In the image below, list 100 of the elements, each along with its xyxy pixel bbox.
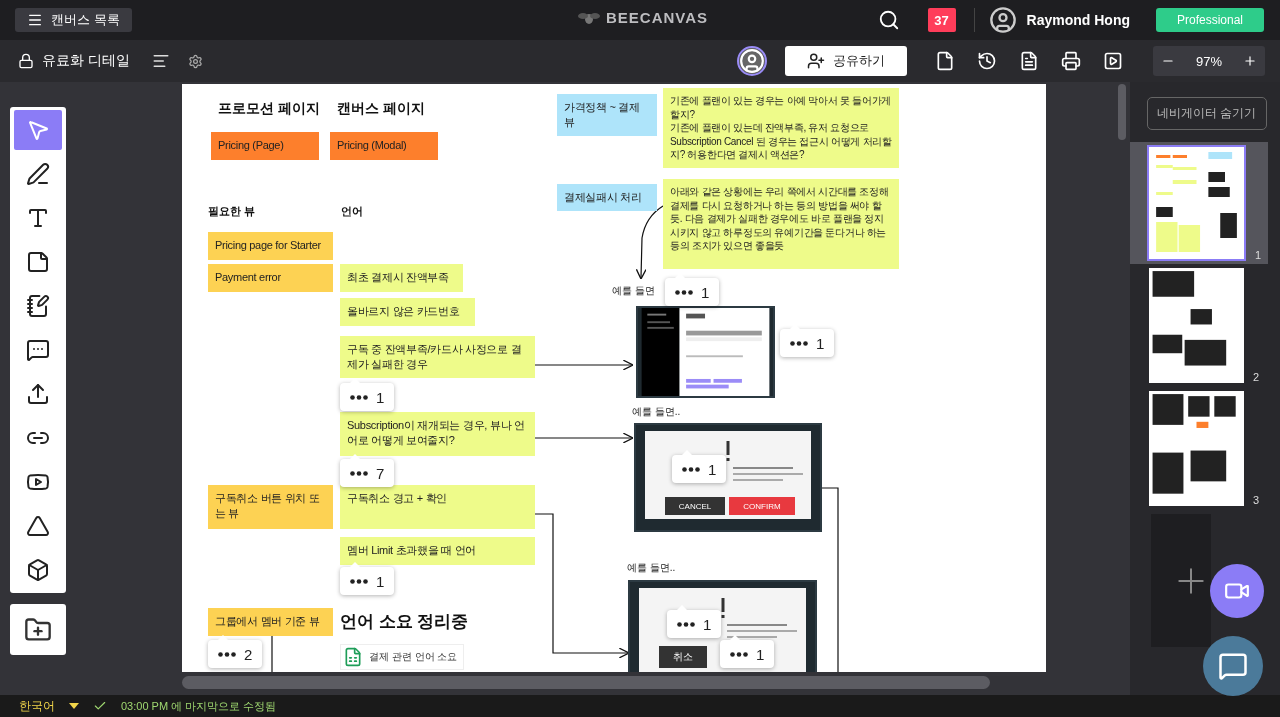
- sticky-note[interactable]: 결제실패시 처리: [557, 184, 657, 211]
- section-title: 언어 소요 정리중: [340, 611, 469, 633]
- more-icon: [682, 466, 700, 472]
- video-call-button[interactable]: [1210, 564, 1264, 618]
- zoom-in-button[interactable]: [1243, 54, 1257, 68]
- chat-icon: [1218, 651, 1248, 681]
- comment-count: 2: [244, 645, 253, 663]
- file-icon: [1019, 51, 1039, 71]
- more-icon: [677, 621, 695, 627]
- sticky-note[interactable]: 멤버 Limit 초과했을 때 언어: [340, 537, 535, 565]
- comment-count: 1: [816, 334, 825, 352]
- sticky-note[interactable]: 구독취소 버튼 위치 또는 뷰: [208, 485, 333, 529]
- scrollbar-thumb[interactable]: [1118, 84, 1126, 140]
- save-status: 03:00 PM 에 마지막으로 수정됨: [121, 698, 277, 714]
- avatar-icon[interactable]: [988, 6, 1017, 34]
- present-button[interactable]: [1103, 51, 1123, 71]
- sticky-note[interactable]: 아래와 같은 상황에는 우리 쪽에서 시간대를 조정해 결제를 다시 요청하거나 하는 등의 방법을 써야 할듯. 다음 결제가 실패한 경우에도 바로 플랜을 정지시키지 않고 하루정도의 유예기간을 둔다거나 하는 등의 조치가 있으면 좋을듯: [663, 179, 899, 269]
- more-icon: [350, 578, 368, 584]
- page-thumbnail[interactable]: [1147, 145, 1246, 261]
- sticky-note[interactable]: 가격정책 ~ 결제 뷰: [557, 94, 657, 136]
- list-button[interactable]: [151, 52, 170, 70]
- scrollbar-thumb[interactable]: [182, 676, 990, 689]
- upload-icon: [26, 382, 50, 406]
- search-button[interactable]: [877, 9, 900, 31]
- document-button[interactable]: [935, 51, 955, 71]
- comment-count: 1: [703, 615, 712, 633]
- sticky-note[interactable]: Subscription이 재개되는 경우, 뷰나 언어로 어떻게 보여줄지?: [340, 412, 535, 456]
- print-button[interactable]: [1061, 51, 1081, 71]
- document-icon: [935, 51, 955, 71]
- comment-count: 1: [756, 645, 765, 663]
- example-label: 예를 들면..: [632, 405, 681, 419]
- settings-icon: [187, 53, 203, 69]
- bee-logo-icon: [578, 10, 600, 25]
- exclamation-icon: [720, 598, 725, 619]
- pdf-button[interactable]: [1019, 51, 1039, 71]
- file-item[interactable]: 결제 관련 언어 소요: [340, 644, 465, 670]
- comment-count: 1: [376, 572, 385, 590]
- column-label: 필요한 뷰: [208, 204, 256, 219]
- chat-button[interactable]: [1203, 636, 1263, 696]
- comment-count: 1: [701, 283, 710, 301]
- more-icon: [350, 394, 368, 400]
- connector-line: [271, 635, 273, 672]
- sticky-note[interactable]: 최초 결제시 잔액부족: [340, 264, 463, 292]
- comment-count: 1: [708, 460, 717, 478]
- pointer-icon: [26, 118, 50, 142]
- more-icon: [790, 340, 808, 346]
- column-label: 언어: [341, 204, 363, 219]
- sticky-note[interactable]: 그룹에서 멤버 기준 뷰: [208, 608, 333, 636]
- triangle-icon: [26, 514, 50, 538]
- comment-count: 1: [376, 388, 385, 406]
- language-selector[interactable]: 한국어: [19, 697, 55, 715]
- sticky-note[interactable]: 구독 중 잔액부족/카드사 사정으로 결제가 실패한 경우: [340, 336, 535, 378]
- check-icon: [93, 699, 107, 713]
- menu-icon: [27, 12, 43, 28]
- page-number: 1: [1255, 249, 1262, 261]
- exclamation-icon: [726, 441, 730, 462]
- lock-icon: [18, 53, 34, 69]
- comment-icon: [26, 338, 50, 362]
- page-number: 3: [1253, 494, 1260, 506]
- more-icon: [730, 651, 748, 657]
- list-icon: [151, 52, 170, 70]
- play-icon: [1103, 51, 1123, 71]
- search-icon: [877, 9, 900, 31]
- more-icon: [218, 651, 236, 657]
- box-icon: [26, 558, 50, 582]
- comment-count: 7: [376, 464, 385, 482]
- sticky-note[interactable]: Pricing (Modal): [330, 132, 438, 160]
- sticky-note[interactable]: 구독취소 경고 + 확인: [340, 485, 535, 529]
- share-button[interactable]: 공유하기: [785, 46, 907, 76]
- history-icon: [977, 51, 997, 71]
- text-lines-drawing: [727, 624, 797, 638]
- sticky-note[interactable]: Payment error: [208, 264, 333, 292]
- example-label: 예를 들면: [612, 284, 655, 298]
- plus-icon: [1243, 54, 1257, 68]
- page-thumbnail[interactable]: [1149, 391, 1244, 506]
- sticky-note[interactable]: 기존에 플랜이 있는 경우는 아예 막아서 못 들어가게 할지? 기존에 플랜이 있는데 잔액부족, 유저 요청으로 Subscription Cancel 된 경우는 접근시 어떻게 처리할지? 허용한다면 결제시 액션은?: [663, 88, 899, 168]
- sticky-note[interactable]: Pricing page for Starter: [208, 232, 333, 260]
- canvas-list-button[interactable]: 캔버스 목록: [15, 8, 132, 32]
- page-thumbnail[interactable]: [1149, 268, 1244, 383]
- printer-icon: [1061, 51, 1081, 71]
- folder-plus-icon: [24, 615, 52, 644]
- settings-button[interactable]: [187, 53, 203, 69]
- folder-add-button[interactable]: [10, 604, 66, 655]
- sticky-note[interactable]: Pricing (Page): [211, 132, 319, 160]
- caret-icon[interactable]: [69, 703, 79, 709]
- history-button[interactable]: [977, 51, 997, 71]
- canvas-title: 유료화 디테일: [42, 52, 130, 70]
- spreadsheet-icon: [343, 647, 363, 667]
- text-lines-drawing: [733, 467, 803, 481]
- add-user-icon: [807, 52, 825, 70]
- zoom-level: 97%: [1196, 53, 1222, 69]
- note-icon: [26, 250, 50, 274]
- notebook-icon: [26, 294, 50, 318]
- hide-navigator-button[interactable]: 네비게이터 숨기기: [1146, 97, 1267, 130]
- section-heading: 프로모션 페이지: [218, 100, 320, 118]
- sticky-note[interactable]: 올바르지 않은 카드번호: [340, 298, 475, 326]
- example-label: 예를 들면..: [627, 561, 676, 575]
- section-heading: 캔버스 페이지: [337, 100, 425, 118]
- more-icon: [675, 289, 693, 295]
- logo-text: BEECANVAS: [606, 9, 709, 26]
